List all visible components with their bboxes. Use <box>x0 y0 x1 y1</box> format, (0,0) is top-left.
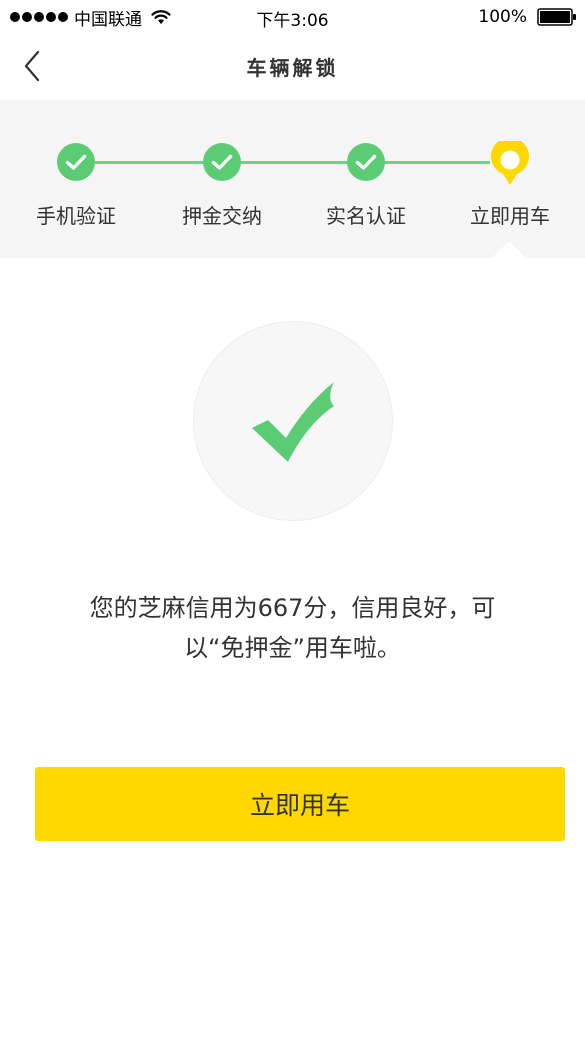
use-now-button[interactable]: 立即用车 <box>35 767 565 841</box>
step-connector <box>95 161 204 164</box>
current-step-caret <box>492 241 526 258</box>
step-label: 立即用车 <box>470 204 550 228</box>
step-label: 手机验证 <box>36 204 116 228</box>
step-label: 押金交纳 <box>182 204 262 228</box>
nav-bar: 车辆解锁 <box>0 34 585 100</box>
progress-steps: 手机验证 押金交纳 实名认证 立即用车 <box>0 100 585 258</box>
battery-icon <box>537 8 576 26</box>
page-title: 车辆解锁 <box>246 56 339 80</box>
credit-message-line: 以“免押金”用车啦。 <box>184 634 401 662</box>
success-check-icon <box>252 382 334 462</box>
check-circle-icon <box>57 143 95 181</box>
check-circle-icon <box>203 143 241 181</box>
credit-message: 您的芝麻信用为667分，信用良好，可 以“免押金”用车啦。 <box>40 588 545 668</box>
location-pin-icon <box>491 141 529 185</box>
step-connector <box>384 161 490 164</box>
battery-percent: 100% <box>478 7 527 27</box>
status-bar: 中国联通 下午3:06 100% <box>0 0 585 34</box>
check-circle-icon <box>347 143 385 181</box>
status-right: 100% <box>478 6 577 28</box>
step-label: 实名认证 <box>326 204 406 228</box>
step-connector <box>241 161 348 164</box>
credit-message-line: 您的芝麻信用为667分，信用良好，可 <box>89 594 496 622</box>
